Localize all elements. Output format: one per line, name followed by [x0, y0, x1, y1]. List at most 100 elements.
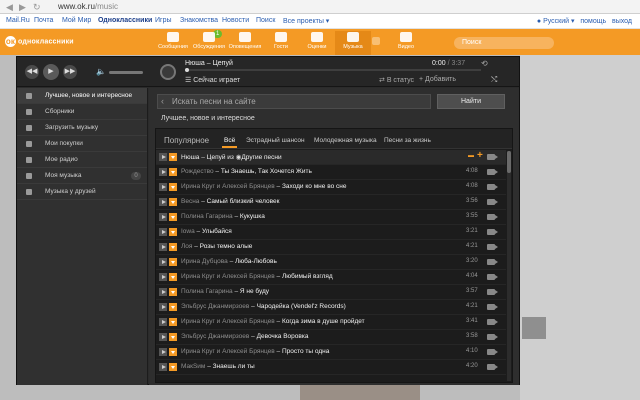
- portal-link-games[interactable]: Игры: [155, 17, 172, 24]
- reload-icon[interactable]: ↻: [33, 2, 41, 13]
- play-track-icon[interactable]: [159, 183, 167, 191]
- track-artist[interactable]: Ирина Дубцова: [181, 258, 228, 265]
- track-row[interactable]: Эльбрус Джанмирзоев – Чародейка (Vendel'…: [156, 300, 506, 315]
- portal-link-mailru[interactable]: Mail.Ru: [6, 17, 30, 24]
- nav-discussions[interactable]: 1 Обсуждения: [191, 30, 227, 55]
- portal-link-search[interactable]: Поиск: [256, 17, 275, 24]
- language-select[interactable]: Русский ▾: [543, 18, 574, 25]
- address-field[interactable]: www.ok.ru/music: [58, 2, 118, 11]
- track-row[interactable]: Ирина Дубцова – Люба-Любовь 3:20: [156, 255, 506, 270]
- track-row[interactable]: Полина Гагарина – Кукушка 3:55: [156, 210, 506, 225]
- track-artist[interactable]: Полина Гагарина: [181, 288, 233, 295]
- play-track-icon[interactable]: [159, 333, 167, 341]
- track-row[interactable]: Ирина Круг и Алексей Брянцев – Заходи ко…: [156, 180, 506, 195]
- track-menu-icon[interactable]: [169, 243, 177, 251]
- track-title[interactable]: Я не буду: [240, 288, 269, 295]
- track-title[interactable]: Цепуй: [207, 154, 226, 161]
- track-title[interactable]: Улыбайся: [202, 228, 232, 235]
- video-camera-icon[interactable]: [487, 349, 498, 355]
- sidebar-item-upload[interactable]: Загрузить музыку: [17, 120, 147, 136]
- play-track-icon[interactable]: [159, 258, 167, 266]
- track-artist[interactable]: Iowa: [181, 228, 195, 235]
- track-title[interactable]: Любимый взгляд: [282, 273, 333, 280]
- video-camera-icon[interactable]: [487, 274, 498, 280]
- shuffle-icon[interactable]: ⤭: [491, 75, 497, 85]
- track-menu-icon[interactable]: [169, 333, 177, 341]
- nav-music[interactable]: Музыка: [335, 31, 371, 55]
- video-camera-icon[interactable]: [487, 214, 498, 220]
- volume-icon[interactable]: 🔈: [96, 67, 106, 76]
- track-artist[interactable]: Полина Гагарина: [181, 213, 233, 220]
- scrollbar-thumb[interactable]: [507, 151, 511, 173]
- track-artist[interactable]: Рождество: [181, 168, 214, 175]
- play-track-icon[interactable]: [159, 363, 167, 371]
- track-artist[interactable]: Весна: [181, 198, 199, 205]
- video-camera-icon[interactable]: [487, 244, 498, 250]
- play-track-icon[interactable]: [159, 243, 167, 251]
- back-arrow-icon[interactable]: ◀: [6, 2, 13, 13]
- track-artist[interactable]: Эльбрус Джанмирзоев: [181, 303, 249, 310]
- track-title[interactable]: Заходи ко мне во сне: [282, 183, 347, 190]
- track-row[interactable]: Ирина Круг и Алексей Брянцев – Когда зим…: [156, 315, 506, 330]
- play-button[interactable]: ▶: [43, 64, 59, 80]
- track-menu-icon[interactable]: [169, 213, 177, 221]
- video-camera-icon[interactable]: [487, 169, 498, 175]
- ok-search-field[interactable]: Поиск: [454, 37, 554, 49]
- portal-link-all-projects[interactable]: Все проекты ▾: [283, 17, 329, 25]
- track-artist[interactable]: Эльбрус Джанмирзоев: [181, 333, 249, 340]
- track-row[interactable]: Весна – Самый близкий человек 3:56: [156, 195, 506, 210]
- track-title[interactable]: Розы темно алые: [200, 243, 253, 250]
- portal-link-news[interactable]: Новости: [222, 17, 249, 24]
- find-button[interactable]: Найти: [437, 94, 505, 109]
- track-row[interactable]: Эльбрус Джанмирзоев – Девочка Воровка 3:5…: [156, 330, 506, 345]
- logout-link[interactable]: выход: [612, 18, 632, 25]
- volume-slider[interactable]: [109, 71, 143, 74]
- tab-youth[interactable]: Молодежная музыка: [314, 137, 377, 144]
- track-menu-icon[interactable]: [169, 273, 177, 281]
- nav-guests[interactable]: Гости: [263, 31, 299, 55]
- prev-track-button[interactable]: ◀◀: [25, 65, 39, 79]
- track-artist[interactable]: Ирина Круг и Алексей Брянцев: [181, 318, 275, 325]
- nav-notifications[interactable]: Оповещения: [227, 31, 263, 55]
- video-camera-icon[interactable]: [487, 364, 498, 370]
- forward-arrow-icon[interactable]: ▶: [19, 2, 26, 13]
- sidebar-item-friends-music[interactable]: Музыка у друзей: [17, 184, 147, 200]
- track-row[interactable]: Рождество – Ты Знаешь, Так Хочется Жить 4…: [156, 165, 506, 180]
- play-track-icon[interactable]: [159, 273, 167, 281]
- track-album[interactable]: Другие песни: [241, 154, 281, 161]
- portal-link-my-world[interactable]: Мой Мир: [62, 17, 91, 24]
- tab-chanson[interactable]: Эстрадный шансон: [246, 137, 305, 144]
- track-row[interactable]: Iowa – Улыбайся 3:21: [156, 225, 506, 240]
- video-camera-icon[interactable]: [487, 184, 498, 190]
- track-artist[interactable]: Нюша: [181, 154, 199, 161]
- track-title[interactable]: Когда зима в душе пройдет: [282, 318, 365, 325]
- track-title[interactable]: Просто ты одна: [282, 348, 329, 355]
- music-play-indicator[interactable]: [371, 31, 381, 55]
- portal-link-dating[interactable]: Знакомства: [180, 17, 218, 24]
- sidebar-item-radio[interactable]: Мое радио: [17, 152, 147, 168]
- play-track-icon[interactable]: [159, 198, 167, 206]
- tab-all[interactable]: Всё: [221, 137, 238, 148]
- add-track-button[interactable]: + Добавить: [419, 76, 456, 83]
- play-track-icon[interactable]: [159, 318, 167, 326]
- sidebar-item-best[interactable]: Лучшее, новое и интересное: [17, 88, 147, 104]
- play-track-icon[interactable]: [159, 168, 167, 176]
- track-menu-icon[interactable]: [169, 183, 177, 191]
- add-track-plus-icon[interactable]: +: [477, 150, 483, 161]
- next-track-button[interactable]: ▶▶: [63, 65, 77, 79]
- track-menu-icon[interactable]: [169, 318, 177, 326]
- play-track-icon[interactable]: [159, 228, 167, 236]
- track-list-scrollbar[interactable]: [507, 151, 511, 381]
- progress-handle[interactable]: [185, 68, 189, 72]
- nav-video[interactable]: Видео: [388, 31, 424, 55]
- track-menu-icon[interactable]: [169, 258, 177, 266]
- nav-messages[interactable]: Сообщения: [155, 31, 191, 55]
- video-camera-icon[interactable]: [487, 319, 498, 325]
- video-camera-icon[interactable]: [487, 304, 498, 310]
- portal-link-odnoklassniki[interactable]: Одноклассники: [98, 17, 152, 24]
- video-camera-icon[interactable]: [487, 289, 498, 295]
- play-track-icon[interactable]: [159, 213, 167, 221]
- video-camera-icon[interactable]: [487, 259, 498, 265]
- track-menu-icon[interactable]: [169, 303, 177, 311]
- help-link[interactable]: помощь: [580, 18, 606, 25]
